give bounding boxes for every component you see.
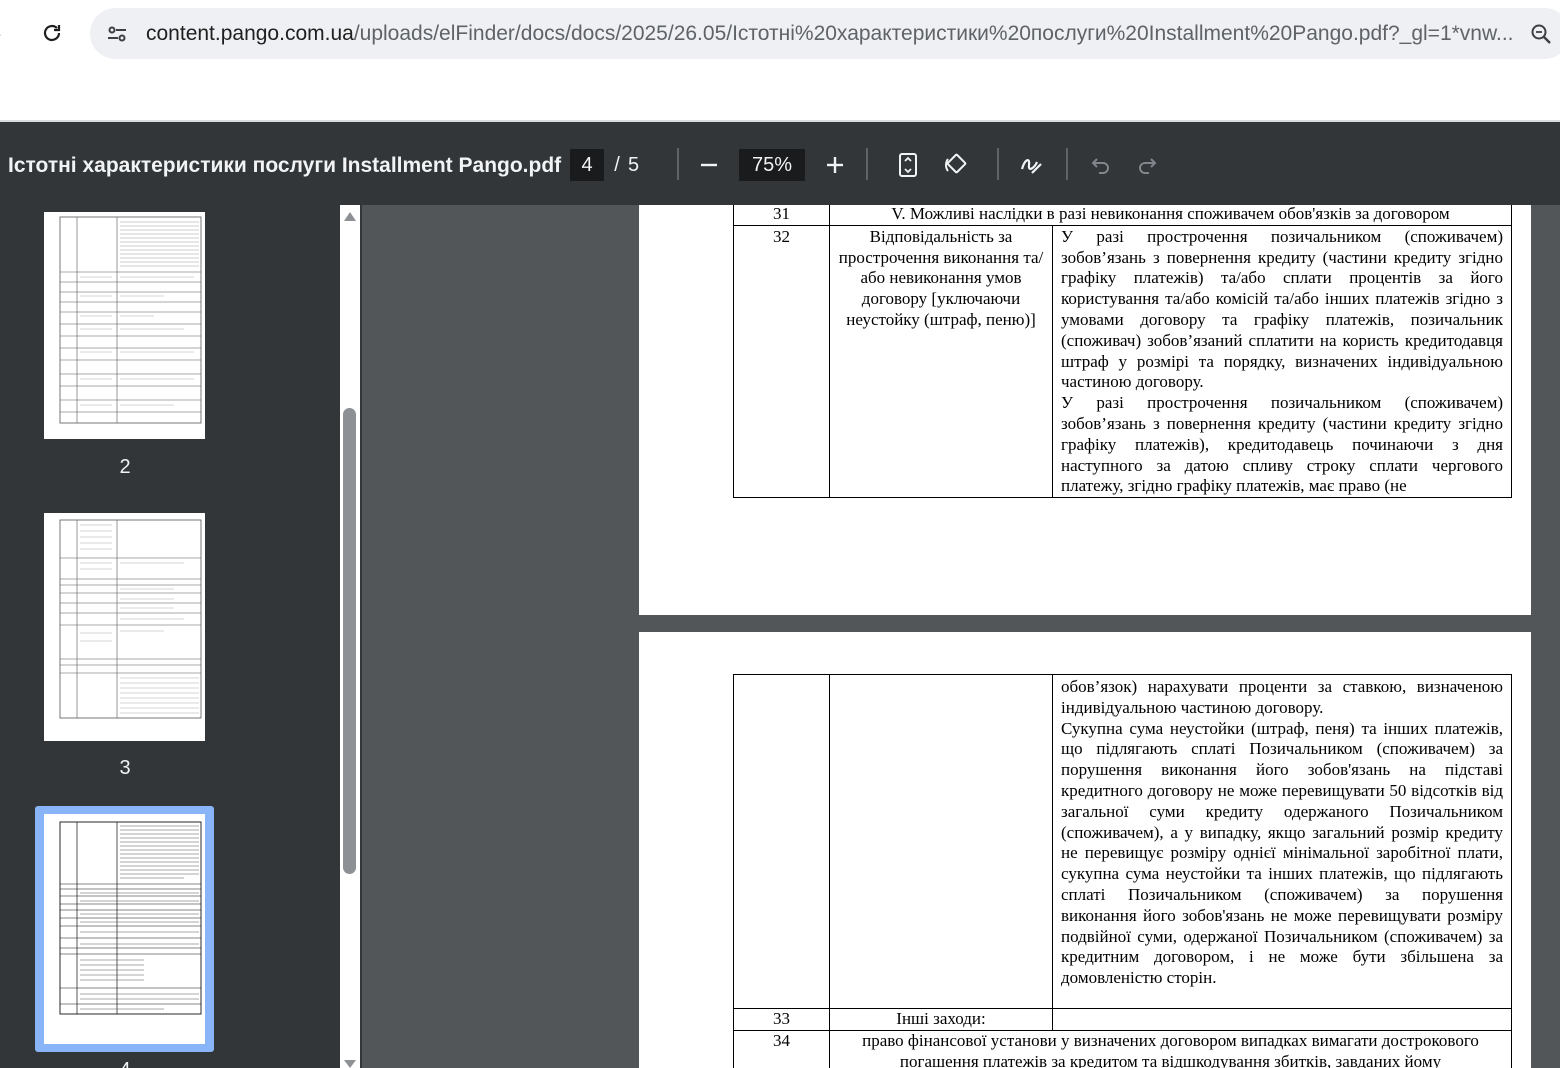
zoom-in-button[interactable] <box>816 146 854 184</box>
annotate-icon <box>1020 159 1042 174</box>
zoom-in-icon <box>827 157 843 173</box>
paragraph: У разі прострочення позичальником (спожи… <box>1061 393 1503 496</box>
pdf-viewer[interactable]: 31 V. Можливі наслідки в разі невиконанн… <box>362 205 1560 1068</box>
document-title: Істотні характеристики послуги Installme… <box>8 154 562 177</box>
annotate-button[interactable] <box>1013 146 1051 184</box>
browser-toolbar: › content.pango.com.ua/uploads/elFinder/… <box>0 0 1560 120</box>
zoom-out-icon <box>701 163 717 167</box>
url-host: content.pango.com.ua <box>146 22 354 45</box>
zoom-out-button[interactable] <box>690 146 728 184</box>
section-heading: V. Можливі наслідки в разі невиконання с… <box>829 205 1512 226</box>
undo-button[interactable] <box>1081 146 1119 184</box>
table-row: 34 право фінансової установи у визначени… <box>733 1029 1512 1068</box>
page-separator: / <box>614 154 620 176</box>
row-number: 34 <box>733 1029 830 1068</box>
table-row: 32 Відповідальність за прострочення вико… <box>733 224 1512 499</box>
zoom-level-input[interactable]: 75% <box>739 149 805 181</box>
row-text: право фінансової установи у визначених д… <box>829 1029 1512 1068</box>
fit-page-icon <box>899 153 917 177</box>
page-number-input[interactable]: 4 <box>570 149 604 181</box>
row-name: Відповідальність за прострочення виконан… <box>829 224 1053 499</box>
url-text[interactable]: content.pango.com.ua/uploads/elFinder/do… <box>146 18 1516 50</box>
thumbnail-label: 3 <box>119 757 131 779</box>
redo-button[interactable] <box>1129 146 1167 184</box>
reload-button[interactable] <box>34 14 70 52</box>
thumbnail-label: 2 <box>119 456 131 478</box>
thumbnail-page-4[interactable] <box>44 814 205 1044</box>
table-row: 33 Інші заходи: <box>733 1008 1512 1031</box>
toolbar-divider <box>1066 148 1068 180</box>
scroll-down-arrow-icon[interactable] <box>342 1057 358 1068</box>
paragraph: Сукупна сума неустойки (штраф, пеня) та … <box>1061 718 1503 988</box>
thumbnail-page-3[interactable] <box>44 513 205 741</box>
magnifier-icon[interactable] <box>1526 18 1556 50</box>
pdf-page-5: обов’язок) нарахувати проценти за ставко… <box>639 632 1531 1068</box>
row-description: У разі прострочення позичальником (спожи… <box>1052 224 1512 499</box>
row-number: 31 <box>733 205 830 226</box>
page-total: 5 <box>628 154 640 176</box>
fit-page-button[interactable] <box>889 146 927 184</box>
thumbnail-label: 4 <box>105 1059 145 1068</box>
rotate-icon <box>945 153 967 174</box>
row-number: 32 <box>733 224 830 499</box>
redo-icon <box>1139 158 1157 174</box>
rotate-button[interactable] <box>937 146 975 184</box>
reload-icon <box>43 24 61 42</box>
table-row: 31 V. Можливі наслідки в разі невиконанн… <box>733 205 1512 226</box>
characteristics-table: 31 V. Можливі наслідки в разі невиконанн… <box>733 205 1512 499</box>
toolbar-divider <box>997 148 999 180</box>
pdf-page-4: 31 V. Можливі наслідки в разі невиконанн… <box>639 205 1531 615</box>
row-name: Інші заходи: <box>829 1008 1053 1031</box>
thumbnail-page-2[interactable] <box>44 212 205 439</box>
table-row: обов’язок) нарахувати проценти за ставко… <box>733 674 1512 1009</box>
paragraph: обов’язок) нарахувати проценти за ставко… <box>1061 677 1503 717</box>
site-info-icon[interactable] <box>104 20 130 48</box>
toolbar-divider <box>866 148 868 180</box>
thumbnail-sidebar: 2 3 <box>0 205 362 1068</box>
url-path: /uploads/elFinder/docs/docs/2025/26.05/І… <box>353 22 1514 45</box>
scrollbar-thumb[interactable] <box>343 408 356 874</box>
undo-icon <box>1091 158 1109 174</box>
pdf-toolbar: Істотні характеристики послуги Installme… <box>0 120 1560 205</box>
row-description: обов’язок) нарахувати проценти за ставко… <box>1052 674 1512 1009</box>
toolbar-divider <box>677 148 679 180</box>
characteristics-table-continued: обов’язок) нарахувати проценти за ставко… <box>733 674 1512 1068</box>
scroll-up-arrow-icon[interactable] <box>342 209 358 223</box>
row-number: 33 <box>733 1008 830 1031</box>
paragraph: У разі прострочення позичальником (спожи… <box>1061 226 1503 392</box>
forward-arrow-icon[interactable]: › <box>0 20 14 48</box>
